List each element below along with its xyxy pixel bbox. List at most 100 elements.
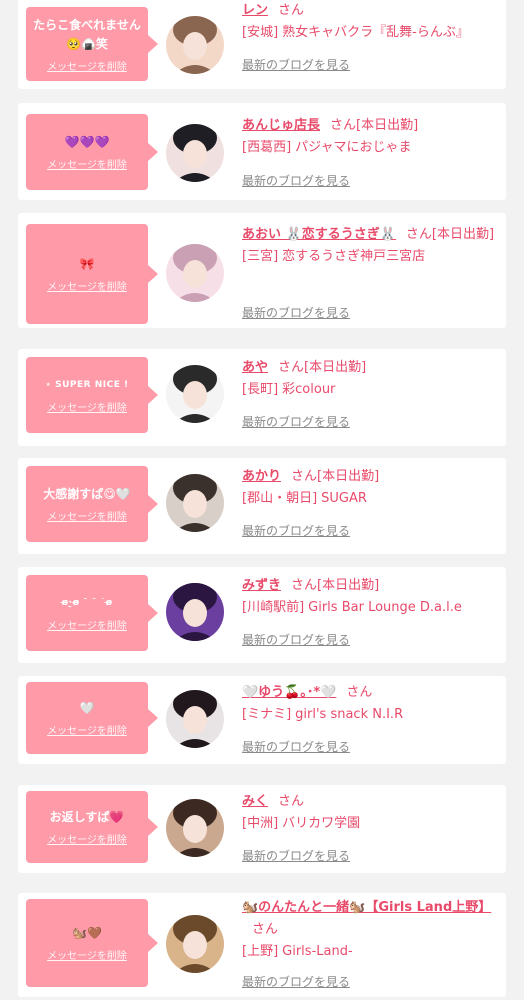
attendance-status: [本日出勤] [356, 118, 419, 133]
shop-line: [三宮] 恋するうさぎ神戸三宮店 [242, 246, 498, 268]
name-line: あおい 🐰恋するうさぎ🐰 さん[本日出勤] [242, 224, 498, 246]
shop-line: [川崎駅前] Girls Bar Lounge D.a.l.e [242, 597, 498, 619]
cast-info: レン さん [安城] 熟女キャバクラ『乱舞-らんぶ』 [242, 0, 498, 44]
message-bubble: ⋆ SUPER NICE ! メッセージを削除 [26, 357, 158, 433]
avatar[interactable] [166, 16, 224, 74]
delete-message-link[interactable]: メッセージを削除 [47, 58, 127, 73]
message-bubble: 🎀 メッセージを削除 [26, 224, 158, 324]
message-bubble: 🐿️🤎 メッセージを削除 [26, 899, 158, 987]
latest-blog-link[interactable]: 最新のブログを見る [242, 304, 350, 321]
message-bubble: お返しすぱ💗 メッセージを削除 [26, 791, 158, 863]
shop-area: [安城] [242, 25, 279, 40]
message-card: お返しすぱ💗 メッセージを削除 みく さん [中洲] バリカワ学園 最新のブログを見る [18, 785, 506, 873]
honorific: さん [278, 3, 305, 18]
honorific: さん [405, 227, 432, 242]
delete-message-link[interactable]: メッセージを削除 [47, 722, 127, 737]
message-card: 🎀 メッセージを削除 あおい 🐰恋するうさぎ🐰 さん[本日出勤] [三宮] 恋するうさぎ神… [18, 213, 506, 328]
delete-message-link[interactable]: メッセージを削除 [47, 947, 127, 962]
shop-area: [西葛西] [242, 140, 292, 155]
shop-area: [ミナミ] [242, 707, 292, 722]
cast-info: あんじゅ店長 さん[本日出勤] [西葛西] パジャマにおじゃま [242, 115, 498, 159]
avatar[interactable] [166, 915, 224, 973]
cast-name-link[interactable]: みく [242, 794, 268, 809]
message-card: 🤍 メッセージを削除 🤍ゆう🍒｡･*🤍 さん [ミナミ] girl's snack N.I… [18, 676, 506, 764]
latest-blog-link[interactable]: 最新のブログを見る [242, 631, 350, 648]
avatar[interactable] [166, 799, 224, 857]
name-line: レン さん [242, 0, 498, 22]
shop-line: [ミナミ] girl's snack N.I.R [242, 704, 498, 726]
name-line: あんじゅ店長 さん[本日出勤] [242, 115, 498, 137]
avatar[interactable] [166, 244, 224, 302]
shop-name: パジャマにおじゃま [295, 140, 412, 155]
cast-info: 🤍ゆう🍒｡･*🤍 さん [ミナミ] girl's snack N.I.R [242, 682, 498, 726]
attendance-status: [本日出勤] [317, 578, 380, 593]
avatar[interactable] [166, 124, 224, 182]
avatar[interactable] [166, 690, 224, 748]
cast-name-link[interactable]: 🤍ゆう🍒｡･*🤍 [242, 685, 336, 700]
cast-name-link[interactable]: みずき [242, 578, 281, 593]
delete-message-link[interactable]: メッセージを削除 [47, 508, 127, 523]
latest-blog-link[interactable]: 最新のブログを見る [242, 413, 350, 430]
delete-message-link[interactable]: メッセージを削除 [47, 278, 127, 293]
latest-blog-link[interactable]: 最新のブログを見る [242, 56, 350, 73]
latest-blog-link[interactable]: 最新のブログを見る [242, 738, 350, 755]
shop-line: [郡山・朝日] SUGAR [242, 488, 498, 510]
name-line: 🤍ゆう🍒｡･*🤍 さん [242, 682, 498, 704]
avatar[interactable] [166, 583, 224, 641]
cast-info: あおい 🐰恋するうさぎ🐰 さん[本日出勤] [三宮] 恋するうさぎ神戸三宮店 [242, 224, 498, 268]
message-text: 大感謝すぱ😋🤍 [43, 487, 131, 501]
shop-name: girl's snack N.I.R [295, 707, 404, 722]
honorific: さん [278, 794, 305, 809]
name-line: みずき さん[本日出勤] [242, 575, 498, 597]
shop-name: Girls Bar Lounge D.a.l.e [308, 600, 462, 615]
latest-blog-link[interactable]: 最新のブログを見る [242, 522, 350, 539]
cast-name-link[interactable]: あや [242, 360, 268, 375]
shop-area: [三宮] [242, 249, 279, 264]
delete-message-link[interactable]: メッセージを削除 [47, 156, 127, 171]
shop-area: [上野] [242, 944, 279, 959]
shop-area: [郡山・朝日] [242, 491, 318, 506]
honorific: さん [252, 922, 279, 937]
message-list: たらこ食べれません🥺🍙笑 メッセージを削除 レン さん [安城] 熟女キャバクラ『乱舞-ら… [0, 0, 524, 1000]
message-bubble: 大感謝すぱ😋🤍 メッセージを削除 [26, 466, 158, 542]
cast-info: あや さん[本日出勤] [長町] 彩colour [242, 357, 498, 401]
message-text: ⋆ SUPER NICE ! [45, 380, 129, 390]
shop-area: [長町] [242, 382, 279, 397]
honorific: さん [330, 118, 357, 133]
cast-name-link[interactable]: 🐿️のんたんと一緒🐿️【Girls Land上野】 [242, 900, 491, 915]
message-card: たらこ食べれません🥺🍙笑 メッセージを削除 レン さん [安城] 熟女キャバクラ『乱舞-ら… [18, 0, 506, 89]
message-text: お返しすぱ💗 [49, 810, 125, 824]
shop-name: SUGAR [321, 491, 367, 506]
cast-info: みく さん [中洲] バリカワ学園 [242, 791, 498, 835]
attendance-status: [本日出勤] [317, 469, 380, 484]
message-bubble: ɞ̴̶̷·̫ɞ̴̶̷ ˉ ˉ ˙ɞ̴̶̷ メッセージを削除 [26, 575, 158, 651]
cast-info: みずき さん[本日出勤] [川崎駅前] Girls Bar Lounge D.a.l.… [242, 575, 498, 619]
avatar[interactable] [166, 365, 224, 423]
cast-name-link[interactable]: レン [242, 3, 268, 18]
delete-message-link[interactable]: メッセージを削除 [47, 617, 127, 632]
latest-blog-link[interactable]: 最新のブログを見る [242, 847, 350, 864]
shop-line: [長町] 彩colour [242, 379, 498, 401]
cast-name-link[interactable]: あかり [242, 469, 281, 484]
message-text: 🐿️🤎 [72, 926, 102, 940]
cast-name-link[interactable]: あんじゅ店長 [242, 118, 320, 133]
shop-area: [中洲] [242, 816, 279, 831]
cast-name-link[interactable]: あおい 🐰恋するうさぎ🐰 [242, 227, 396, 242]
shop-line: [安城] 熟女キャバクラ『乱舞-らんぶ』 [242, 22, 498, 44]
delete-message-link[interactable]: メッセージを削除 [47, 399, 127, 414]
latest-blog-link[interactable]: 最新のブログを見る [242, 172, 350, 189]
attendance-status: [本日出勤] [304, 360, 367, 375]
shop-line: [上野] Girls-Land- [242, 941, 498, 963]
message-bubble: 🤍 メッセージを削除 [26, 682, 158, 754]
shop-name: 彩colour [282, 382, 336, 397]
message-card: 🐿️🤎 メッセージを削除 🐿️のんたんと一緒🐿️【Girls Land上野】さん [上… [18, 893, 506, 997]
avatar[interactable] [166, 474, 224, 532]
honorific: さん [346, 685, 373, 700]
latest-blog-link[interactable]: 最新のブログを見る [242, 973, 350, 990]
shop-name: 恋するうさぎ神戸三宮店 [282, 249, 426, 264]
message-card: ⋆ SUPER NICE ! メッセージを削除 あや さん[本日出勤] [長町] 彩col… [18, 349, 506, 446]
message-text: 🤍 [79, 701, 95, 715]
cast-info: あかり さん[本日出勤] [郡山・朝日] SUGAR [242, 466, 498, 510]
delete-message-link[interactable]: メッセージを削除 [47, 831, 127, 846]
name-line: あや さん[本日出勤] [242, 357, 498, 379]
